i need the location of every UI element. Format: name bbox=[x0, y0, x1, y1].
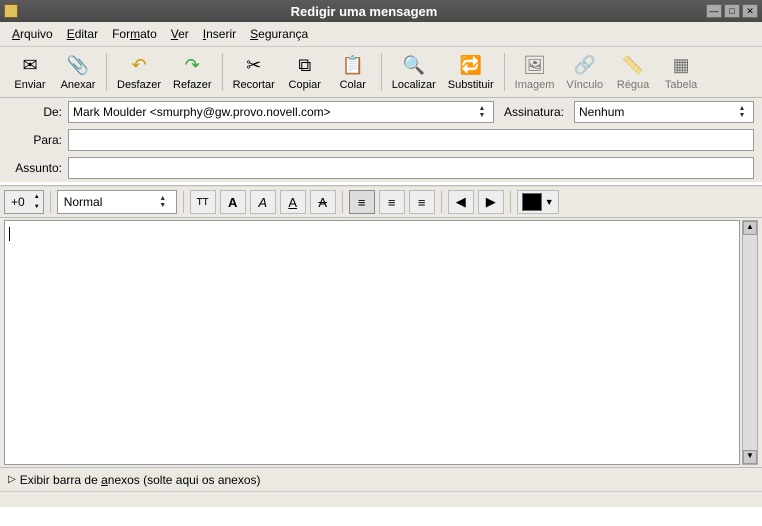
redo-button[interactable]: ↷Refazer bbox=[169, 51, 216, 93]
attach-icon: 📎 bbox=[66, 53, 90, 77]
separator bbox=[510, 191, 511, 213]
window-title: Redigir uma mensagem bbox=[24, 4, 704, 19]
font-size-spinner[interactable]: +0 ▲▼ bbox=[4, 190, 44, 214]
cut-button[interactable]: ✂Recortar bbox=[229, 51, 279, 93]
scroll-down-icon[interactable]: ▼ bbox=[743, 450, 757, 464]
send-button[interactable]: ✉Enviar bbox=[8, 51, 52, 93]
to-label: Para: bbox=[8, 133, 62, 147]
replace-button[interactable]: 🔁Substituir bbox=[444, 51, 498, 93]
indent-more-button[interactable]: ▶ bbox=[478, 190, 504, 214]
to-row: Para: bbox=[0, 126, 762, 154]
app-icon bbox=[4, 4, 18, 18]
ruler-icon: 📏 bbox=[621, 53, 645, 77]
attach-button[interactable]: 📎Anexar bbox=[56, 51, 100, 93]
vertical-scrollbar[interactable]: ▲ ▼ bbox=[742, 220, 758, 465]
indent-less-button[interactable]: ◀ bbox=[448, 190, 474, 214]
separator bbox=[381, 53, 382, 91]
paste-button[interactable]: 📋Colar bbox=[331, 51, 375, 93]
to-input[interactable] bbox=[68, 129, 754, 151]
text-color-button[interactable]: ▼ bbox=[517, 190, 559, 214]
table-button: ▦Tabela bbox=[659, 51, 703, 93]
menu-ver[interactable]: Ver bbox=[165, 25, 195, 43]
color-swatch bbox=[522, 193, 542, 211]
titlebar: Redigir uma mensagem — □ ✕ bbox=[0, 0, 762, 22]
table-icon: ▦ bbox=[669, 53, 693, 77]
paragraph-style-combo[interactable]: Normal ▲▼ bbox=[57, 190, 177, 214]
subject-input[interactable] bbox=[68, 157, 754, 179]
menubar: Arquivo Editar Formato Ver Inserir Segur… bbox=[0, 22, 762, 47]
align-left-button[interactable]: ≡ bbox=[349, 190, 375, 214]
redo-icon: ↷ bbox=[180, 53, 204, 77]
paste-icon: 📋 bbox=[341, 53, 365, 77]
link-icon: 🔗 bbox=[573, 53, 597, 77]
strike-button[interactable]: A bbox=[310, 190, 336, 214]
editor-area: ▲ ▼ bbox=[0, 218, 762, 467]
copy-icon: ⧉ bbox=[293, 53, 317, 77]
statusbar bbox=[0, 491, 762, 507]
from-combo[interactable]: Mark Moulder <smurphy@gw.provo.novell.co… bbox=[68, 101, 494, 123]
separator bbox=[222, 53, 223, 91]
close-button[interactable]: ✕ bbox=[742, 4, 758, 18]
separator bbox=[504, 53, 505, 91]
separator bbox=[441, 191, 442, 213]
toolbar: ✉Enviar 📎Anexar ↶Desfazer ↷Refazer ✂Reco… bbox=[0, 47, 762, 98]
format-toolbar: +0 ▲▼ Normal ▲▼ TT A A A A ≡ ≡ ≡ ◀ ▶ ▼ bbox=[0, 186, 762, 218]
expand-icon: ▷ bbox=[8, 474, 16, 485]
send-icon: ✉ bbox=[18, 53, 42, 77]
find-button[interactable]: 🔍Localizar bbox=[388, 51, 440, 93]
menu-seguranca[interactable]: Segurança bbox=[244, 25, 314, 43]
align-right-button[interactable]: ≡ bbox=[409, 190, 435, 214]
subject-label: Assunto: bbox=[8, 161, 62, 175]
menu-editar[interactable]: Editar bbox=[61, 25, 104, 43]
undo-icon: ↶ bbox=[127, 53, 151, 77]
scroll-up-icon[interactable]: ▲ bbox=[743, 221, 757, 235]
from-row: De: Mark Moulder <smurphy@gw.provo.novel… bbox=[0, 98, 762, 126]
replace-icon: 🔁 bbox=[459, 53, 483, 77]
scroll-track[interactable] bbox=[743, 235, 757, 450]
menu-arquivo[interactable]: Arquivo bbox=[6, 25, 59, 43]
message-body[interactable] bbox=[4, 220, 740, 465]
align-center-button[interactable]: ≡ bbox=[379, 190, 405, 214]
chevron-down-icon: ▼ bbox=[545, 197, 554, 207]
attachment-bar[interactable]: ▷ Exibir barra de anexos (solte aqui os … bbox=[0, 467, 762, 491]
undo-button[interactable]: ↶Desfazer bbox=[113, 51, 165, 93]
cut-icon: ✂ bbox=[242, 53, 266, 77]
separator bbox=[183, 191, 184, 213]
ruler-button: 📏Régua bbox=[611, 51, 655, 93]
maximize-button[interactable]: □ bbox=[724, 4, 740, 18]
attachment-label: Exibir barra de anexos (solte aqui os an… bbox=[20, 473, 261, 487]
from-label: De: bbox=[8, 105, 62, 119]
signature-label: Assinatura: bbox=[500, 105, 568, 119]
separator bbox=[342, 191, 343, 213]
copy-button[interactable]: ⧉Copiar bbox=[283, 51, 327, 93]
separator bbox=[50, 191, 51, 213]
image-icon: 🖼 bbox=[523, 53, 547, 77]
bold-button[interactable]: A bbox=[220, 190, 246, 214]
typewriter-button[interactable]: TT bbox=[190, 190, 216, 214]
chevron-updown-icon: ▲▼ bbox=[475, 105, 489, 119]
chevron-updown-icon: ▲▼ bbox=[31, 192, 43, 212]
chevron-updown-icon: ▲▼ bbox=[735, 105, 749, 119]
underline-button[interactable]: A bbox=[280, 190, 306, 214]
menu-formato[interactable]: Formato bbox=[106, 25, 163, 43]
menu-inserir[interactable]: Inserir bbox=[197, 25, 242, 43]
find-icon: 🔍 bbox=[402, 53, 426, 77]
image-button: 🖼Imagem bbox=[511, 51, 559, 93]
separator bbox=[106, 53, 107, 91]
subject-row: Assunto: bbox=[0, 154, 762, 182]
signature-combo[interactable]: Nenhum ▲▼ bbox=[574, 101, 754, 123]
minimize-button[interactable]: — bbox=[706, 4, 722, 18]
link-button: 🔗Vínculo bbox=[562, 51, 607, 93]
italic-button[interactable]: A bbox=[250, 190, 276, 214]
chevron-updown-icon: ▲▼ bbox=[156, 195, 170, 209]
